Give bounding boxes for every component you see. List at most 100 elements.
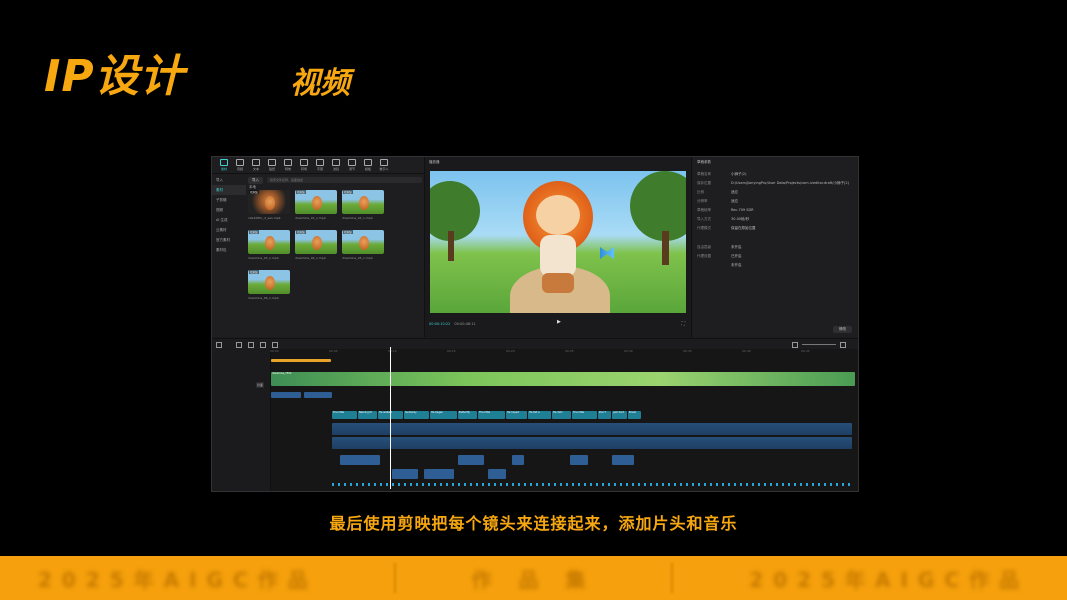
media-search-input[interactable]: 搜索文件名称、画面描述 xyxy=(267,177,422,183)
media-clip[interactable]: 已添加 dreamina_02_n.mp4 xyxy=(342,190,384,220)
modify-button[interactable]: 修改 xyxy=(833,326,852,333)
sfx-clip[interactable] xyxy=(612,455,634,465)
toolbar-filter-tab[interactable]: 滤镜 xyxy=(328,157,344,173)
toolbar-template-tab[interactable]: 模板 xyxy=(360,157,376,173)
clip-thumbnail: 已添加 xyxy=(342,230,384,254)
media-panel: 素材 音频 文本 贴纸 特效 转场 字幕 滤镜 调节 模板 数字人 导入 素材 子剪辑 视频 AI 生成 云素… xyxy=(212,157,425,337)
import-button[interactable]: 导入 xyxy=(248,176,263,184)
toolbar-sticker-tab[interactable]: 贴纸 xyxy=(264,157,280,173)
play-icon[interactable]: ▶ xyxy=(557,319,561,325)
caption-clip[interactable]: Brush xyxy=(628,411,641,419)
toolbar-text-tab[interactable]: 文本 xyxy=(248,157,264,173)
property-key xyxy=(697,263,731,268)
clip-name: dreamina_02_n.mp4 xyxy=(342,216,373,220)
zoom-in-icon[interactable] xyxy=(840,342,846,348)
media-clip[interactable]: 已添加 dreamina_06_n.mp4 xyxy=(248,270,290,300)
media-clip[interactable]: 已添加 dreamina_04_n.mp4 xyxy=(295,230,337,260)
caption-clip[interactable]: The little xyxy=(332,411,357,419)
caption-clip[interactable]: The little xyxy=(572,411,597,419)
caption-clip[interactable]: He began xyxy=(430,411,457,419)
sfx-clip[interactable] xyxy=(512,455,524,465)
split-icon[interactable] xyxy=(260,342,266,348)
caption-clip[interactable]: Suddenly xyxy=(404,411,429,419)
caption-clip[interactable]: Naming th xyxy=(358,411,377,419)
sfx-clip[interactable] xyxy=(392,469,418,479)
delete-icon[interactable] xyxy=(272,342,278,348)
cover-label[interactable]: 封面 xyxy=(256,382,265,388)
clip-label: Don't xyxy=(599,411,606,414)
main-video-track[interactable]: dreamina_7552 xyxy=(271,372,855,386)
properties-title: 草稿参数 xyxy=(697,160,711,164)
slide-subtitle: 视频 xyxy=(290,66,350,101)
property-key: 代理模式 xyxy=(697,226,711,230)
ruler-tick: 00:20 xyxy=(506,349,515,353)
clip-label: He felt a xyxy=(529,411,540,414)
redo-icon[interactable] xyxy=(248,342,254,348)
added-badge: 已添加 xyxy=(296,190,306,194)
media-sidebar-item[interactable]: 官方素材 xyxy=(212,235,246,245)
media-sidebar-item[interactable]: 视频 xyxy=(212,205,246,215)
property-key: 分辨率 xyxy=(697,199,708,203)
clip-label: The little xyxy=(333,411,345,414)
zoom-slider[interactable] xyxy=(802,344,836,345)
caption-clip[interactable]: He felt a xyxy=(528,411,551,419)
title-clip[interactable] xyxy=(271,359,331,362)
property-key: 比例 xyxy=(697,190,704,194)
media-clip[interactable]: 已添加 dreamina_03_n.mp4 xyxy=(248,230,290,260)
caption-clip[interactable]: Butterfly xyxy=(458,411,477,419)
audio-waveform-track[interactable] xyxy=(332,423,852,435)
property-value: Rec.709 SDR xyxy=(731,208,754,212)
caption-clip[interactable]: He didn xyxy=(552,411,571,419)
property-row: 导入方式 30.00帧/秒 xyxy=(693,217,858,222)
zoom-out-icon[interactable] xyxy=(792,342,798,348)
caption-clip[interactable]: just dont xyxy=(612,411,627,419)
media-sidebar-item[interactable]: 云素材 xyxy=(212,225,246,235)
property-key: 自由层级 xyxy=(697,245,711,249)
overlay-clip[interactable] xyxy=(304,392,332,398)
clip-thumbnail: 已添加 xyxy=(342,190,384,214)
toolbar-avatar-tab[interactable]: 数字人 xyxy=(376,157,392,173)
clip-label: Suddenly xyxy=(405,411,417,414)
toolbar-label: 字幕 xyxy=(316,167,323,171)
clip-label: He didn xyxy=(553,411,563,414)
media-sidebar-item[interactable]: 导入 xyxy=(212,175,246,185)
overlay-clip[interactable] xyxy=(271,392,301,398)
music-track[interactable] xyxy=(332,437,852,449)
media-clip[interactable]: 已添加 dreamina_01_n.mp4 xyxy=(295,190,337,220)
sfx-clip[interactable] xyxy=(488,469,506,479)
property-row: 未开启 xyxy=(693,263,858,268)
caption-clip[interactable]: Don't xyxy=(598,411,611,419)
video-preview[interactable] xyxy=(430,171,686,313)
toolbar-media-tab[interactable]: 素材 xyxy=(216,157,232,173)
media-clip[interactable]: 已添加 c0a3285c_d_san.mp4 xyxy=(248,190,290,220)
sfx-clip[interactable] xyxy=(424,469,454,479)
toolbar-transition-tab[interactable]: 转场 xyxy=(296,157,312,173)
toolbar-caption-tab[interactable]: 字幕 xyxy=(312,157,328,173)
sfx-clip[interactable] xyxy=(340,455,380,465)
caption-clip[interactable]: The little xyxy=(478,411,505,419)
ruler-tick: 00:25 xyxy=(565,349,574,353)
footer-text-center: 作 品 集 xyxy=(471,567,596,592)
media-sidebar-item[interactable]: 素材 xyxy=(212,185,246,195)
sfx-clip[interactable] xyxy=(458,455,484,465)
media-sidebar-item[interactable]: AI 生成 xyxy=(212,215,246,225)
toolbar-adjust-tab[interactable]: 调节 xyxy=(344,157,360,173)
toolbar-effects-tab[interactable]: 特效 xyxy=(280,157,296,173)
toolbar-audio-tab[interactable]: 音频 xyxy=(232,157,248,173)
fullscreen-icon[interactable]: ⛶ xyxy=(681,321,685,327)
property-row: 比例 适应 xyxy=(693,190,858,195)
media-sidebar-item[interactable]: 素材包 xyxy=(212,245,246,255)
media-sidebar-item[interactable]: 子剪辑 xyxy=(212,195,246,205)
sfx-clip[interactable] xyxy=(570,455,588,465)
media-clip[interactable]: 已添加 dreamina_05_n.mp4 xyxy=(342,230,384,260)
playhead[interactable] xyxy=(390,347,391,489)
caption-clip[interactable]: He hoped xyxy=(506,411,527,419)
select-tool-icon[interactable] xyxy=(216,342,222,348)
property-value: 适应 xyxy=(731,199,738,203)
clip-thumbnail: 已添加 xyxy=(295,190,337,214)
toolbar-label: 文本 xyxy=(252,167,259,171)
total-time: 00:00:48:11 xyxy=(454,322,476,326)
clip-thumbnail: 已添加 xyxy=(248,190,290,214)
undo-icon[interactable] xyxy=(236,342,242,348)
player-title: 播放器 xyxy=(429,160,440,164)
